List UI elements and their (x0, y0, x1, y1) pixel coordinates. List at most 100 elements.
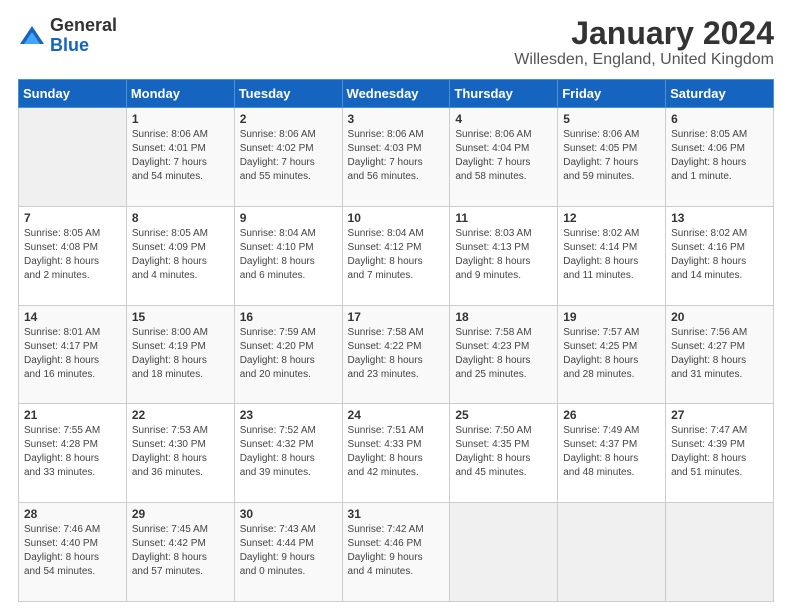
day-number: 21 (24, 408, 121, 422)
day-content: Sunrise: 8:06 AM Sunset: 4:04 PM Dayligh… (455, 128, 552, 184)
calendar-day-cell: 27 Sunrise: 7:47 AM Sunset: 4:39 PM Dayli… (666, 404, 774, 503)
calendar-day-cell: 5 Sunrise: 8:06 AM Sunset: 4:05 PM Daylig… (558, 108, 666, 207)
day-content: Sunrise: 8:02 AM Sunset: 4:16 PM Dayligh… (671, 227, 768, 283)
logo-blue: Blue (50, 36, 117, 56)
day-number: 25 (455, 408, 552, 422)
calendar-day-cell: 19 Sunrise: 7:57 AM Sunset: 4:25 PM Dayli… (558, 305, 666, 404)
day-content: Sunrise: 7:57 AM Sunset: 4:25 PM Dayligh… (563, 326, 660, 382)
day-content: Sunrise: 7:42 AM Sunset: 4:46 PM Dayligh… (348, 523, 445, 579)
day-number: 5 (563, 112, 660, 126)
day-number: 12 (563, 211, 660, 225)
day-content: Sunrise: 8:06 AM Sunset: 4:03 PM Dayligh… (348, 128, 445, 184)
logo-icon (18, 22, 46, 50)
day-number: 22 (132, 408, 229, 422)
day-number: 11 (455, 211, 552, 225)
day-content: Sunrise: 7:55 AM Sunset: 4:28 PM Dayligh… (24, 424, 121, 480)
day-content: Sunrise: 8:00 AM Sunset: 4:19 PM Dayligh… (132, 326, 229, 382)
day-content: Sunrise: 8:05 AM Sunset: 4:08 PM Dayligh… (24, 227, 121, 283)
day-content: Sunrise: 8:01 AM Sunset: 4:17 PM Dayligh… (24, 326, 121, 382)
calendar-week-row: 7 Sunrise: 8:05 AM Sunset: 4:08 PM Daylig… (19, 206, 774, 305)
day-number: 16 (240, 310, 337, 324)
day-content: Sunrise: 8:06 AM Sunset: 4:02 PM Dayligh… (240, 128, 337, 184)
page: General Blue January 2024 Willesden, Eng… (0, 0, 792, 612)
calendar-header-row: SundayMondayTuesdayWednesdayThursdayFrid… (19, 80, 774, 108)
day-content: Sunrise: 8:06 AM Sunset: 4:05 PM Dayligh… (563, 128, 660, 184)
day-number: 17 (348, 310, 445, 324)
day-number: 9 (240, 211, 337, 225)
calendar-day-cell (19, 108, 127, 207)
calendar-day-cell: 22Sunrise: 7:53 AM Sunset: 4:30 PM Dayli… (126, 404, 234, 503)
calendar-day-cell (450, 503, 558, 602)
day-content: Sunrise: 7:51 AM Sunset: 4:33 PM Dayligh… (348, 424, 445, 480)
day-content: Sunrise: 8:06 AM Sunset: 4:01 PM Dayligh… (132, 128, 229, 184)
logo: General Blue (18, 16, 117, 56)
calendar-day-cell: 21 Sunrise: 7:55 AM Sunset: 4:28 PM Dayli… (19, 404, 127, 503)
day-content: Sunrise: 7:46 AM Sunset: 4:40 PM Dayligh… (24, 523, 121, 579)
calendar-day-cell: 12 Sunrise: 8:02 AM Sunset: 4:14 PM Dayli… (558, 206, 666, 305)
calendar-week-row: 21 Sunrise: 7:55 AM Sunset: 4:28 PM Dayli… (19, 404, 774, 503)
day-number: 14 (24, 310, 121, 324)
title-block: January 2024 Willesden, England, United … (514, 16, 774, 69)
day-number: 24 (348, 408, 445, 422)
day-of-week-header: Monday (126, 80, 234, 108)
calendar-day-cell: 14 Sunrise: 8:01 AM Sunset: 4:17 PM Dayli… (19, 305, 127, 404)
day-content: Sunrise: 7:56 AM Sunset: 4:27 PM Dayligh… (671, 326, 768, 382)
day-content: Sunrise: 7:52 AM Sunset: 4:32 PM Dayligh… (240, 424, 337, 480)
day-content: Sunrise: 8:04 AM Sunset: 4:10 PM Dayligh… (240, 227, 337, 283)
day-content: Sunrise: 8:05 AM Sunset: 4:06 PM Dayligh… (671, 128, 768, 184)
calendar-day-cell: 28 Sunrise: 7:46 AM Sunset: 4:40 PM Dayli… (19, 503, 127, 602)
day-content: Sunrise: 7:50 AM Sunset: 4:35 PM Dayligh… (455, 424, 552, 480)
day-content: Sunrise: 8:03 AM Sunset: 4:13 PM Dayligh… (455, 227, 552, 283)
calendar-day-cell: 24 Sunrise: 7:51 AM Sunset: 4:33 PM Dayli… (342, 404, 450, 503)
calendar-day-cell: 29Sunrise: 7:45 AM Sunset: 4:42 PM Dayli… (126, 503, 234, 602)
calendar-day-cell: 10Sunrise: 8:04 AM Sunset: 4:12 PM Dayli… (342, 206, 450, 305)
sub-title: Willesden, England, United Kingdom (514, 51, 774, 69)
calendar-day-cell: 26Sunrise: 7:49 AM Sunset: 4:37 PM Dayli… (558, 404, 666, 503)
header: General Blue January 2024 Willesden, Eng… (18, 16, 774, 69)
calendar-week-row: 1Sunrise: 8:06 AM Sunset: 4:01 PM Daylig… (19, 108, 774, 207)
day-of-week-header: Saturday (666, 80, 774, 108)
day-of-week-header: Friday (558, 80, 666, 108)
calendar-day-cell: 1Sunrise: 8:06 AM Sunset: 4:01 PM Daylig… (126, 108, 234, 207)
day-number: 31 (348, 507, 445, 521)
day-content: Sunrise: 8:02 AM Sunset: 4:14 PM Dayligh… (563, 227, 660, 283)
day-content: Sunrise: 7:43 AM Sunset: 4:44 PM Dayligh… (240, 523, 337, 579)
calendar-day-cell: 16Sunrise: 7:59 AM Sunset: 4:20 PM Dayli… (234, 305, 342, 404)
calendar-day-cell: 31 Sunrise: 7:42 AM Sunset: 4:46 PM Dayli… (342, 503, 450, 602)
logo-text: General Blue (50, 16, 117, 56)
day-number: 15 (132, 310, 229, 324)
main-title: January 2024 (514, 16, 774, 51)
calendar-day-cell: 13 Sunrise: 8:02 AM Sunset: 4:16 PM Dayli… (666, 206, 774, 305)
day-number: 20 (671, 310, 768, 324)
calendar-day-cell: 4Sunrise: 8:06 AM Sunset: 4:04 PM Daylig… (450, 108, 558, 207)
calendar-day-cell: 6Sunrise: 8:05 AM Sunset: 4:06 PM Daylig… (666, 108, 774, 207)
day-of-week-header: Thursday (450, 80, 558, 108)
day-number: 7 (24, 211, 121, 225)
day-of-week-header: Sunday (19, 80, 127, 108)
day-content: Sunrise: 8:05 AM Sunset: 4:09 PM Dayligh… (132, 227, 229, 283)
day-number: 13 (671, 211, 768, 225)
day-number: 30 (240, 507, 337, 521)
day-of-week-header: Tuesday (234, 80, 342, 108)
day-content: Sunrise: 7:47 AM Sunset: 4:39 PM Dayligh… (671, 424, 768, 480)
calendar-day-cell: 25 Sunrise: 7:50 AM Sunset: 4:35 PM Dayli… (450, 404, 558, 503)
day-number: 29 (132, 507, 229, 521)
day-number: 2 (240, 112, 337, 126)
calendar-day-cell: 18Sunrise: 7:58 AM Sunset: 4:23 PM Dayli… (450, 305, 558, 404)
calendar-day-cell: 15 Sunrise: 8:00 AM Sunset: 4:19 PM Dayli… (126, 305, 234, 404)
calendar-day-cell: 17Sunrise: 7:58 AM Sunset: 4:22 PM Dayli… (342, 305, 450, 404)
day-number: 27 (671, 408, 768, 422)
calendar-day-cell (558, 503, 666, 602)
calendar-day-cell: 7 Sunrise: 8:05 AM Sunset: 4:08 PM Daylig… (19, 206, 127, 305)
day-number: 18 (455, 310, 552, 324)
day-number: 3 (348, 112, 445, 126)
calendar-day-cell: 23 Sunrise: 7:52 AM Sunset: 4:32 PM Dayli… (234, 404, 342, 503)
calendar-day-cell: 30 Sunrise: 7:43 AM Sunset: 4:44 PM Dayli… (234, 503, 342, 602)
calendar-day-cell: 3 Sunrise: 8:06 AM Sunset: 4:03 PM Daylig… (342, 108, 450, 207)
day-number: 23 (240, 408, 337, 422)
calendar-table: SundayMondayTuesdayWednesdayThursdayFrid… (18, 79, 774, 602)
day-number: 8 (132, 211, 229, 225)
day-number: 19 (563, 310, 660, 324)
day-number: 28 (24, 507, 121, 521)
day-of-week-header: Wednesday (342, 80, 450, 108)
